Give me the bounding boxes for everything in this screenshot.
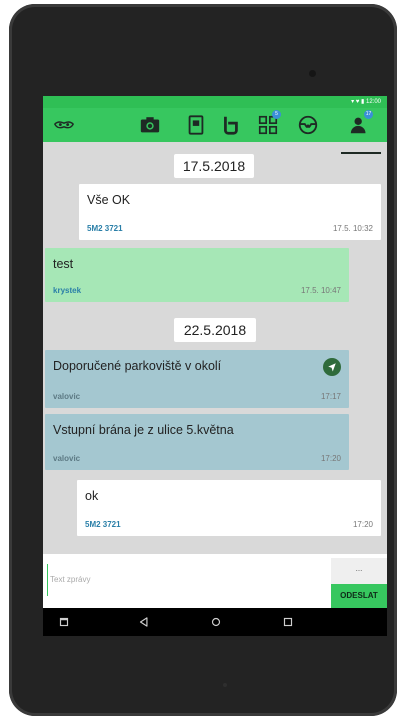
hardware-dot (223, 683, 227, 687)
grid-icon[interactable]: 5 (257, 110, 281, 136)
status-time: 12:00 (365, 99, 381, 105)
send-button[interactable]: ODESLAT (331, 584, 387, 608)
front-camera (309, 70, 316, 77)
message-time: 17:17 (320, 392, 341, 401)
date-separator: 22.5.2018 (174, 318, 256, 342)
message-composer: Text zprávy ... ODESLAT (43, 554, 387, 608)
document-icon[interactable] (185, 114, 207, 136)
eye-mask-icon[interactable] (53, 114, 75, 136)
recents-icon[interactable] (281, 615, 295, 629)
message-bubble: Vstupní brána je z ulice 5.května valovi… (45, 414, 349, 470)
toolbar: 5 17 (43, 108, 387, 154)
back-icon[interactable] (137, 615, 151, 629)
home-icon[interactable] (209, 615, 223, 629)
message-bubble: ok 5M2 3721 17:20 (77, 480, 381, 536)
status-bar: ▾ ♥ ▮ 12:00 (43, 96, 387, 108)
system-nav-bar (43, 608, 387, 636)
grid-badge: 5 (272, 110, 281, 119)
message-time: 17.5. 10:47 (300, 286, 341, 295)
message-bubble: Vše OK 5M2 3721 17.5. 10:32 (79, 184, 381, 240)
status-icons: ▾ ♥ ▮ (351, 99, 366, 105)
fuel-pump-icon[interactable] (219, 114, 241, 136)
message-sender: 5M2 3721 (85, 520, 121, 529)
date-separator: 17.5.2018 (174, 154, 254, 178)
message-sender: 5M2 3721 (87, 224, 123, 233)
message-input[interactable]: Text zprávy (47, 564, 327, 596)
message-time: 17:20 (320, 454, 341, 463)
message-sender: valovic (53, 454, 81, 463)
character-counter: ... (331, 558, 387, 584)
app-screen: ▾ ♥ ▮ 12:00 5 17 17.5.2018 Vše OK 5M2 37… (43, 96, 387, 636)
message-text: Doporučené parkoviště v okolí (53, 359, 222, 373)
message-text: Vstupní brána je z ulice 5.května (53, 423, 234, 437)
message-bubble: test krystek 17.5. 10:47 (45, 248, 349, 302)
person-chat-icon[interactable]: 17 (349, 110, 373, 136)
message-sender: krystek (53, 286, 82, 295)
navigation-icon[interactable] (323, 358, 341, 376)
message-sender: valovic (53, 392, 81, 401)
message-text: Vše OK (87, 193, 131, 207)
message-time: 17.5. 10:32 (332, 224, 373, 233)
active-tab-indicator (341, 152, 381, 154)
person-badge: 17 (364, 110, 373, 119)
message-time: 17:20 (352, 520, 373, 529)
camera-icon[interactable] (139, 114, 161, 136)
steering-wheel-icon[interactable] (297, 114, 319, 136)
menu-square-icon[interactable] (57, 615, 71, 629)
message-text: ok (85, 489, 99, 503)
message-bubble: Doporučené parkoviště v okolí valovic 17… (45, 350, 349, 408)
message-text: test (53, 257, 74, 271)
